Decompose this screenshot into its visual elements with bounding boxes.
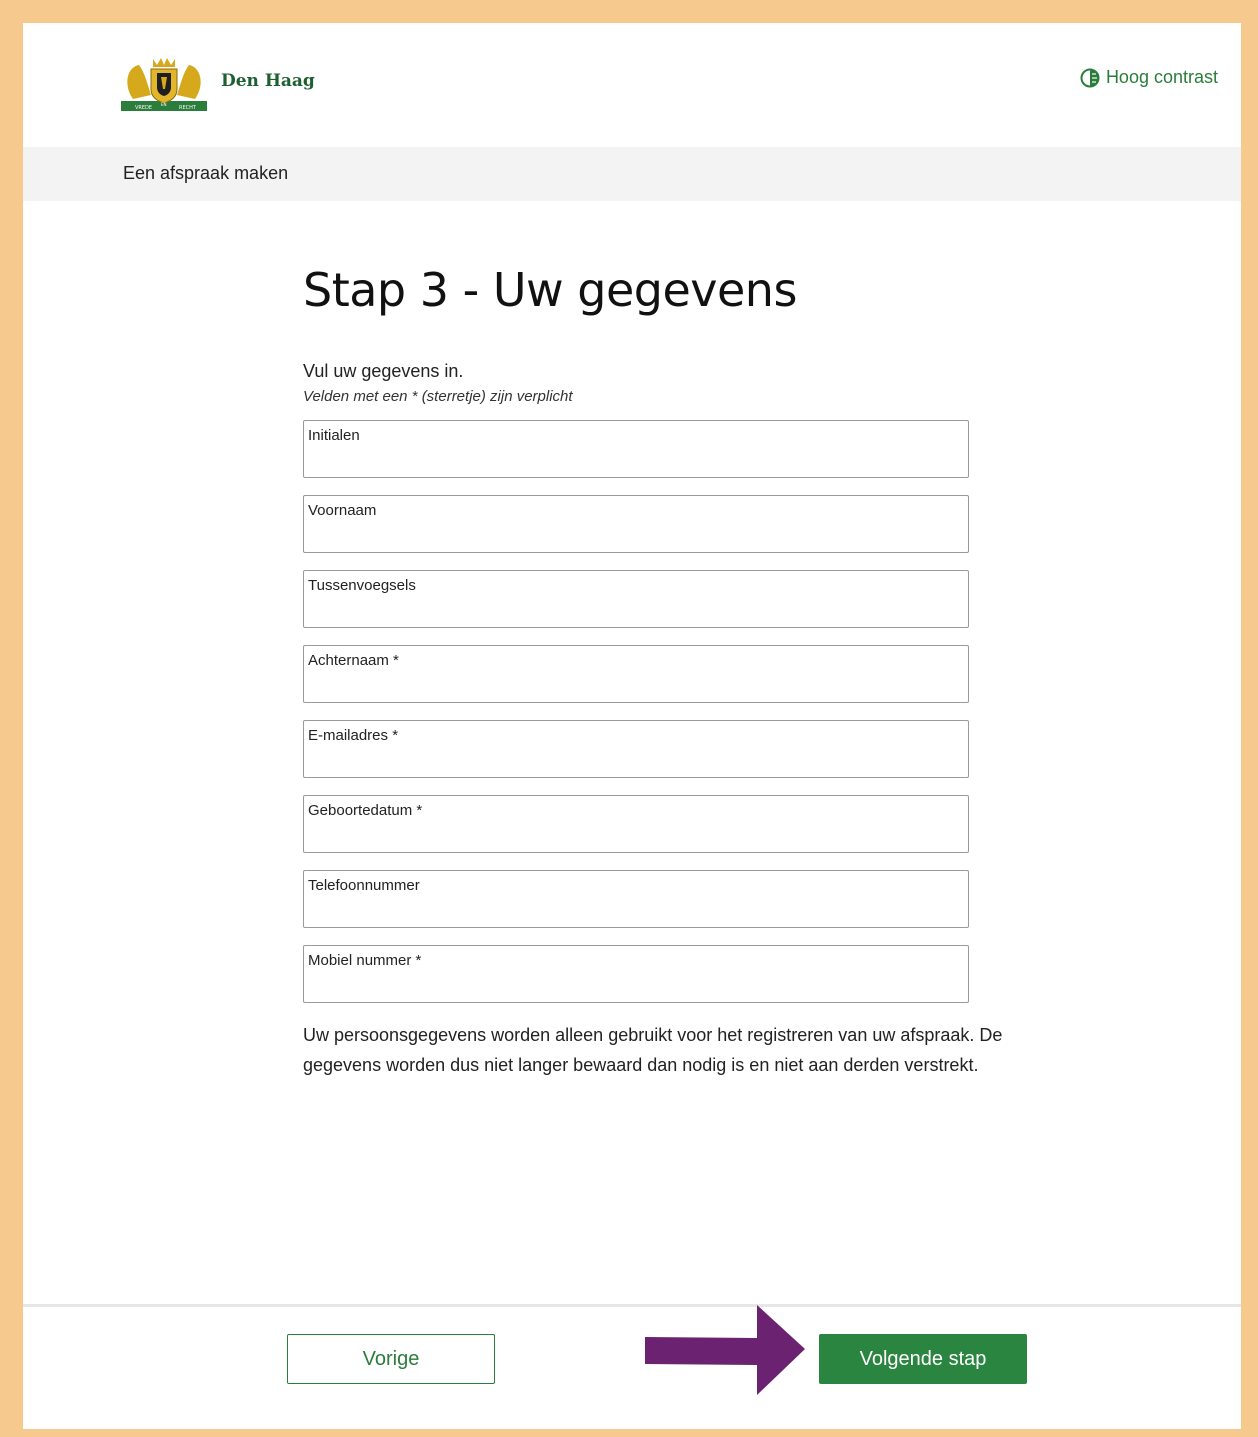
initials-label: Initialen — [308, 427, 360, 444]
phone-label: Telefoonnummer — [308, 877, 420, 894]
page-title: Stap 3 - Uw gegevens — [303, 263, 797, 317]
high-contrast-label: Hoog contrast — [1105, 67, 1218, 87]
last-name-label: Achternaam * — [308, 652, 399, 669]
first-name-input[interactable] — [308, 524, 962, 546]
logo-motto-right: RECHT — [179, 105, 197, 111]
form-section: Stap 3 - Uw gegevens Vul uw gegevens in.… — [303, 263, 1003, 1080]
initials-input[interactable] — [308, 449, 962, 471]
email-input[interactable] — [308, 749, 962, 771]
next-step-button[interactable]: Volgende stap — [819, 1334, 1027, 1384]
phone-input[interactable] — [308, 899, 962, 921]
last-name-field[interactable]: Achternaam * — [303, 645, 969, 703]
initials-field[interactable]: Initialen — [303, 420, 969, 478]
brand-name[interactable]: Den Haag — [221, 71, 315, 91]
infix-label: Tussenvoegsels — [308, 577, 416, 594]
email-label: E-mailadres * — [308, 727, 399, 744]
form-intro: Vul uw gegevens in. — [303, 361, 464, 381]
logo-motto-left: VREDE — [135, 105, 152, 111]
breadcrumb: Een afspraak maken — [123, 163, 289, 183]
birthdate-field[interactable]: Geboortedatum * — [303, 795, 969, 853]
contrast-icon — [1080, 68, 1100, 87]
high-contrast-toggle[interactable]: Hoog contrast — [1080, 67, 1218, 88]
required-note: Velden met een * (sterretje) zijn verpli… — [303, 388, 573, 405]
mobile-field[interactable]: Mobiel nummer * — [303, 945, 969, 1003]
birthdate-input[interactable] — [308, 824, 962, 846]
mobile-label: Mobiel nummer * — [308, 952, 422, 969]
infix-input[interactable] — [308, 599, 962, 621]
first-name-field[interactable]: Voornaam — [303, 495, 969, 553]
phone-field[interactable]: Telefoonnummer — [303, 870, 969, 928]
form-fields: Initialen Voornaam Tussenvoegsels Achter… — [303, 420, 1003, 1003]
birthdate-label: Geboortedatum * — [308, 802, 423, 819]
site-header: VREDE EN RECHT Den Haag Hoog contrast — [23, 23, 1241, 147]
infix-field[interactable]: Tussenvoegsels — [303, 570, 969, 628]
form-footer: Vorige Volgende stap — [23, 1304, 1241, 1429]
breadcrumb-bar: Een afspraak maken — [23, 147, 1241, 201]
page: VREDE EN RECHT Den Haag Hoog contrast Ee… — [23, 23, 1241, 1429]
mobile-input[interactable] — [308, 974, 962, 996]
first-name-label: Voornaam — [308, 502, 377, 519]
previous-button[interactable]: Vorige — [287, 1334, 495, 1384]
email-field[interactable]: E-mailadres * — [303, 720, 969, 778]
logo-motto-mid: EN — [161, 102, 167, 107]
last-name-input[interactable] — [308, 674, 962, 696]
highlight-frame: VREDE EN RECHT Den Haag Hoog contrast Ee… — [0, 0, 1258, 1437]
arrow-right-icon — [645, 1305, 805, 1395]
den-haag-logo[interactable]: VREDE EN RECHT — [121, 55, 207, 115]
privacy-notice: Uw persoonsgegevens worden alleen gebrui… — [303, 1025, 1003, 1075]
